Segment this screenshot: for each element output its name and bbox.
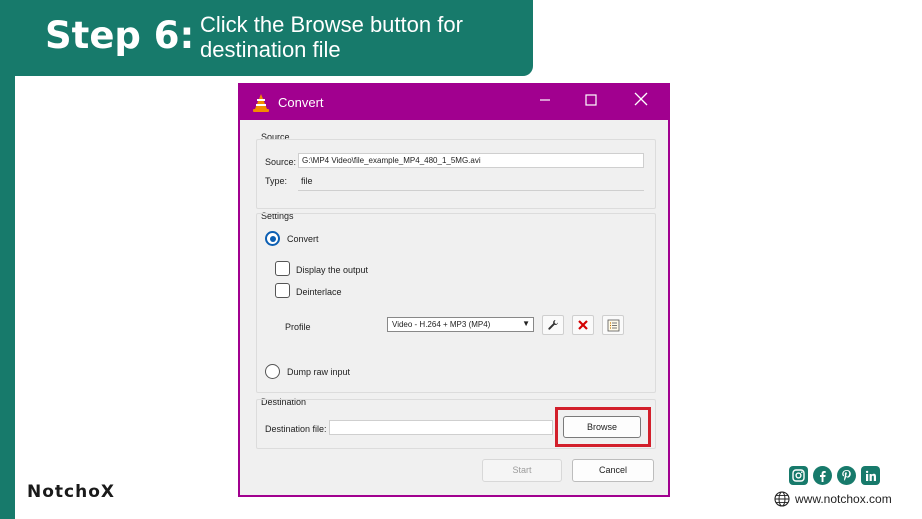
step-number: Step 6: [45,14,195,57]
minimize-button[interactable] [532,89,558,115]
profile-select-value: Video - H.264 + MP3 (MP4) [392,320,491,329]
dump-raw-radio[interactable] [265,364,280,379]
maximize-icon [585,94,597,106]
profile-select[interactable]: Video - H.264 + MP3 (MP4) ▼ [387,317,534,332]
start-button[interactable]: Start [482,459,562,482]
cancel-button[interactable]: Cancel [572,459,654,482]
type-underline [298,190,644,191]
website-url: www.notchox.com [795,492,892,506]
social-links [789,466,880,485]
source-path-field[interactable]: G:\MP4 Video\file_example_MP4_480_1_5MG.… [298,153,644,168]
type-value: file [301,176,313,186]
destination-file-label: Destination file: [265,424,327,434]
list-icon [607,319,619,331]
convert-dialog: Convert Source Source: G:\MP4 Video\file… [238,83,670,497]
dialog-titlebar[interactable]: Convert [240,85,668,120]
edit-profile-button[interactable] [542,315,564,335]
vlc-cone-icon [253,94,269,112]
destination-file-field[interactable] [329,420,553,435]
wrench-icon [548,320,558,330]
convert-radio-label[interactable]: Convert [287,234,319,244]
display-output-checkbox[interactable] [275,261,290,276]
display-output-label[interactable]: Display the output [296,265,368,275]
maximize-button[interactable] [578,89,604,115]
step-description: Click the Browse button for destination … [200,12,463,62]
browse-highlight-box [555,407,651,447]
settings-group: Convert Display the output Deinterlace P… [256,213,656,393]
pinterest-icon[interactable] [837,466,856,485]
instagram-icon[interactable] [789,466,808,485]
close-button[interactable] [628,89,654,115]
new-profile-button[interactable] [602,315,624,335]
red-x-icon [578,320,588,330]
profile-label: Profile [285,322,311,332]
close-icon [634,92,648,106]
dialog-title: Convert [278,95,324,110]
minimize-icon [540,99,550,101]
linkedin-icon[interactable] [861,466,880,485]
deinterlace-checkbox[interactable] [275,283,290,298]
chevron-down-icon: ▼ [522,319,530,328]
step-banner: Step 6: Click the Browse button for dest… [15,0,533,76]
facebook-icon[interactable] [813,466,832,485]
type-label: Type: [265,176,288,186]
deinterlace-label[interactable]: Deinterlace [296,287,342,297]
brand-logo: NotchoX [27,482,115,502]
convert-radio[interactable] [265,231,280,246]
delete-profile-button[interactable] [572,315,594,335]
website-link[interactable]: www.notchox.com [774,491,892,507]
globe-icon [774,491,790,507]
left-accent-bar [0,0,15,519]
source-group: Source: G:\MP4 Video\file_example_MP4_48… [256,139,656,209]
source-label: Source: [265,157,297,167]
dump-raw-label[interactable]: Dump raw input [287,367,350,377]
